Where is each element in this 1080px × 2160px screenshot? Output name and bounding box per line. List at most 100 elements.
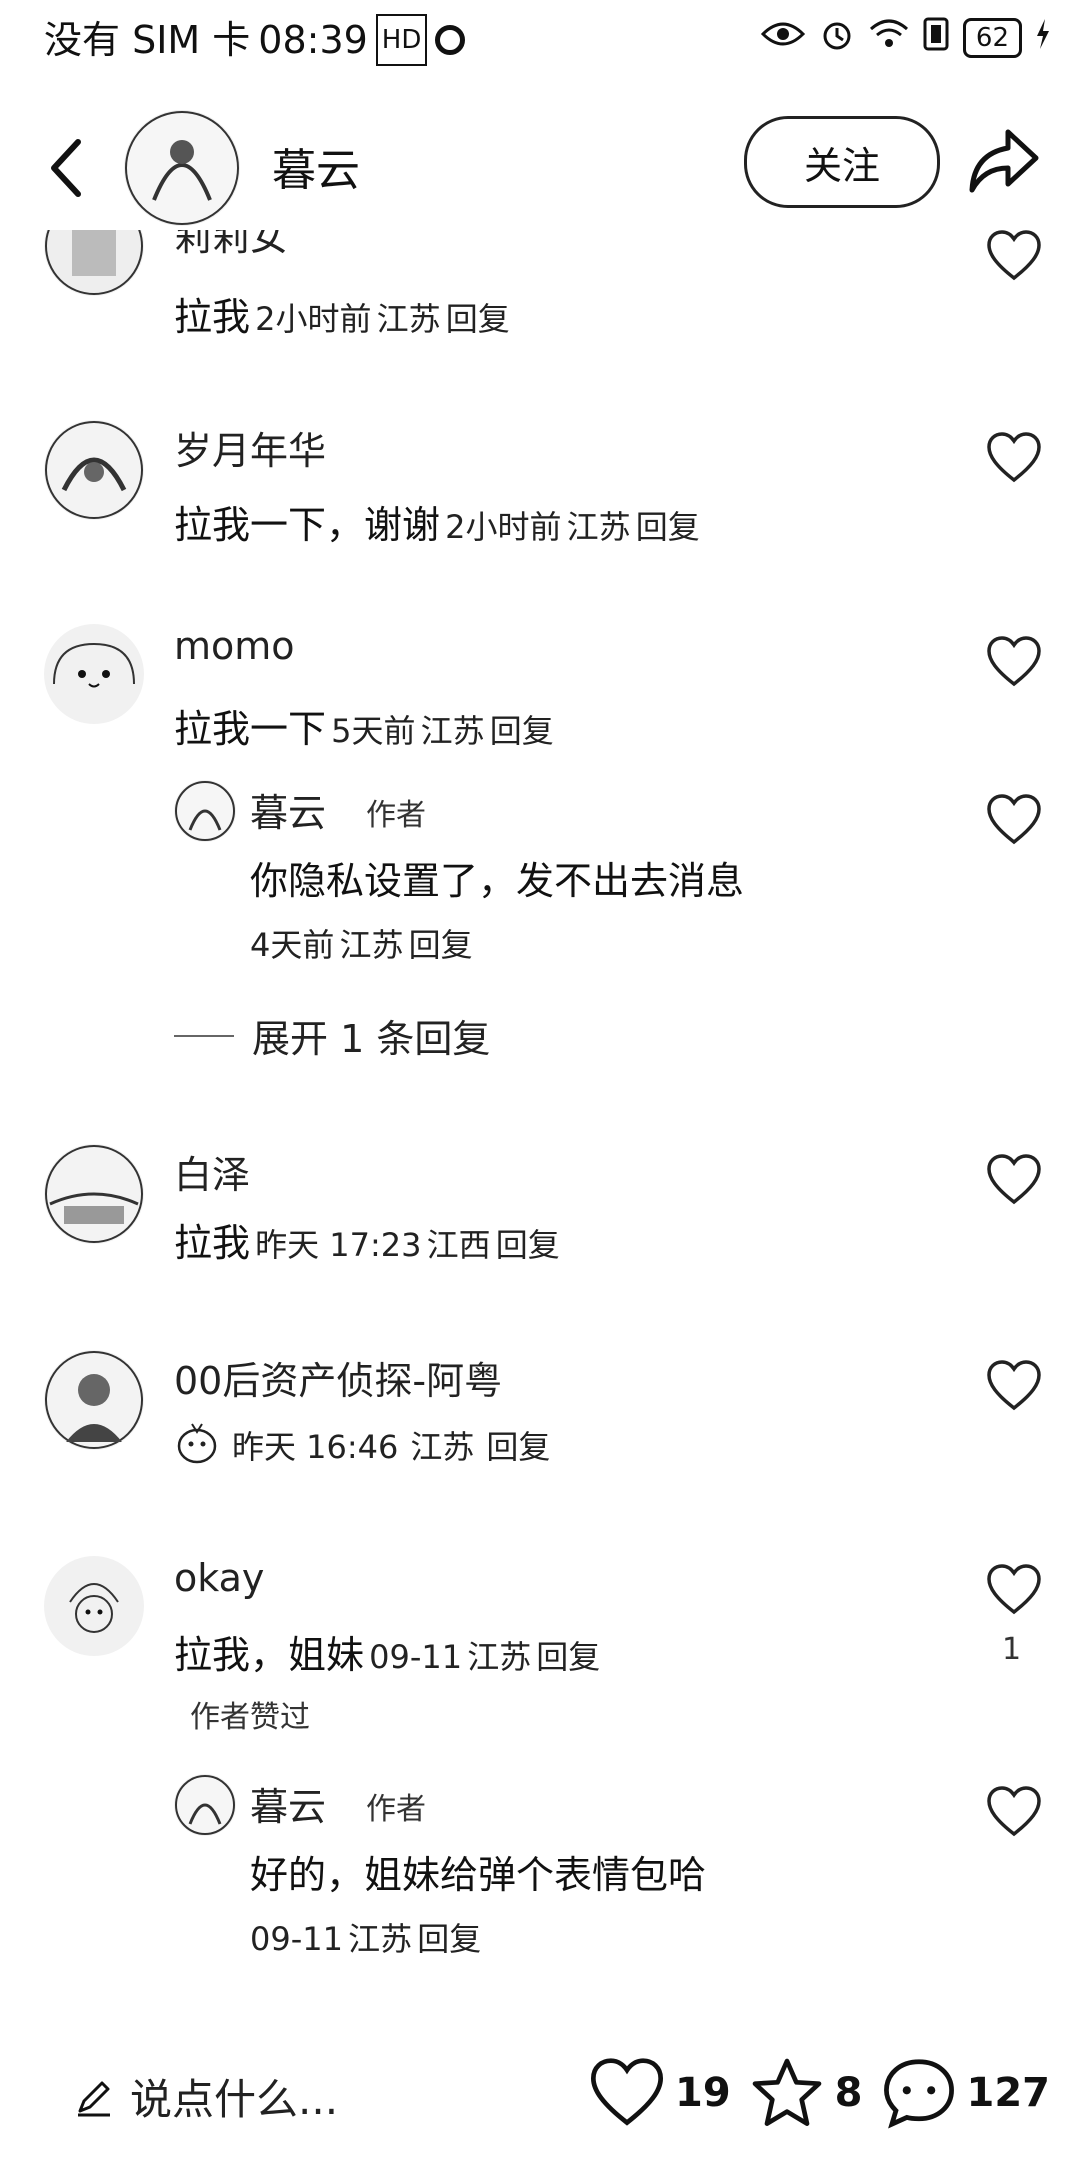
comment-body: 拉我一下 5天前 江苏 回复 xyxy=(174,698,554,753)
like-button[interactable] xyxy=(986,1154,1042,1206)
favorite-count: 8 xyxy=(834,2070,863,2116)
comment-text: 拉我一下，谢谢 xyxy=(174,503,441,547)
comment-body: 昨天 16:46 江苏 回复 xyxy=(174,1420,550,1470)
like-button[interactable] xyxy=(986,230,1042,282)
follow-button[interactable]: 关注 xyxy=(744,116,940,208)
author-liked-badge: 作者赞过 xyxy=(190,1700,310,1735)
heart-icon xyxy=(987,1786,1041,1837)
hd-icon: HD xyxy=(375,14,428,66)
comment-time: 昨天 17:23 xyxy=(255,1226,422,1264)
commenter-name[interactable]: 白泽 xyxy=(174,1144,250,1199)
reply-meta: 09-11 江苏 回复 xyxy=(250,1914,481,1960)
expand-label: 展开 1 条回复 xyxy=(252,1017,491,1061)
comment-placeholder: 说点什么... xyxy=(130,2075,339,2124)
reply-text: 好的，姐妹给弹个表情包哈 xyxy=(250,1853,707,1897)
commenter-avatar[interactable] xyxy=(44,624,144,724)
back-button[interactable] xyxy=(42,132,92,204)
like-button[interactable] xyxy=(986,794,1042,846)
commenter-avatar[interactable] xyxy=(44,1350,144,1450)
eye-icon xyxy=(760,19,806,57)
like-button[interactable] xyxy=(986,432,1042,484)
carrier-label: 没有 SIM 卡 xyxy=(44,18,251,62)
post-like-button[interactable]: 19 xyxy=(589,2058,731,2128)
favorite-button[interactable]: 8 xyxy=(749,2057,863,2129)
reply-location: 江苏 xyxy=(348,1920,413,1958)
comment-time: 5天前 xyxy=(331,712,416,750)
comment-location: 江苏 xyxy=(410,1428,475,1466)
expand-divider xyxy=(174,1034,234,1037)
commenter-name[interactable]: okay xyxy=(174,1556,264,1600)
post-header: 暮云 关注 xyxy=(0,110,1080,230)
reply-link[interactable]: 回复 xyxy=(417,1920,481,1958)
comment-bubble-icon xyxy=(883,2059,954,2129)
heart-icon xyxy=(987,1564,1041,1615)
comments-button[interactable]: 127 xyxy=(881,2056,1050,2130)
comment-location: 江苏 xyxy=(420,712,485,750)
author-name[interactable]: 暮云 xyxy=(272,134,360,198)
comment-text: 拉我 xyxy=(174,1221,251,1265)
reply-author-name[interactable]: 暮云 xyxy=(250,1776,326,1831)
signal-icon xyxy=(923,17,949,59)
comment-input[interactable]: 说点什么... xyxy=(74,2066,338,2127)
reply-author-avatar[interactable] xyxy=(174,780,236,842)
battery-indicator: 62 xyxy=(962,18,1022,58)
sticker-icon xyxy=(174,1420,220,1470)
heart-icon xyxy=(987,1360,1041,1411)
like-count: 19 xyxy=(674,2070,731,2116)
reply-link[interactable]: 回复 xyxy=(490,712,554,750)
comment-time: 昨天 16:46 xyxy=(232,1428,399,1466)
author-tag: 作者 xyxy=(366,798,426,833)
commenter-name[interactable]: 00后资产侦探-阿粤 xyxy=(174,1350,502,1405)
heart-icon xyxy=(987,1154,1041,1205)
pencil-icon xyxy=(78,2081,110,2116)
reply-time: 09-11 xyxy=(250,1920,343,1958)
commenter-avatar[interactable] xyxy=(44,1144,144,1244)
like-button[interactable] xyxy=(986,1564,1042,1616)
heart-icon xyxy=(987,794,1041,845)
commenter-avatar[interactable] xyxy=(44,420,144,520)
comment-time: 2小时前 xyxy=(255,300,372,338)
like-button[interactable] xyxy=(986,1360,1042,1412)
reply-meta: 4天前 江苏 回复 xyxy=(250,920,473,966)
status-bar: 没有 SIM 卡 08:39 HD 62 xyxy=(0,0,1080,80)
share-icon xyxy=(969,129,1039,193)
comment-text: 拉我一下 xyxy=(174,707,327,751)
reply-link[interactable]: 回复 xyxy=(636,508,700,546)
author-tag: 作者 xyxy=(366,1792,426,1827)
share-button[interactable] xyxy=(966,124,1040,196)
reply-link[interactable]: 回复 xyxy=(409,926,473,964)
like-button[interactable] xyxy=(986,636,1042,688)
wifi-icon xyxy=(869,17,909,59)
bottom-action-bar: 说点什么... 19 8 127 xyxy=(0,2040,1080,2160)
like-button[interactable] xyxy=(986,1786,1042,1838)
heart-icon xyxy=(987,230,1041,281)
back-icon xyxy=(51,139,81,197)
comment-text: 拉我 xyxy=(174,295,251,339)
comment-location: 江苏 xyxy=(467,1638,532,1676)
author-avatar[interactable] xyxy=(124,110,240,226)
like-count: 1 xyxy=(1002,1632,1022,1667)
commenter-name[interactable]: 岁月年华 xyxy=(174,420,326,475)
record-icon xyxy=(435,25,466,55)
commenter-avatar[interactable] xyxy=(44,230,144,296)
reply-location: 江苏 xyxy=(339,926,404,964)
expand-replies-button[interactable]: 展开 1 条回复 xyxy=(174,1008,490,1063)
comment-body: 拉我 昨天 17:23 江西 回复 xyxy=(174,1212,560,1267)
reply-author-name[interactable]: 暮云 xyxy=(250,782,326,837)
alarm-icon xyxy=(819,16,855,60)
reply-author-avatar[interactable] xyxy=(174,1774,236,1836)
comment-time: 2小时前 xyxy=(445,508,562,546)
comment-time: 09-11 xyxy=(369,1638,463,1676)
comment-text: 拉我，姐妹 xyxy=(174,1633,365,1677)
commenter-name[interactable]: momo xyxy=(174,624,295,668)
reply-link[interactable]: 回复 xyxy=(486,1422,550,1468)
commenter-name[interactable]: 莉莉女 xyxy=(174,230,288,261)
comment-location: 江苏 xyxy=(566,508,631,546)
reply-link[interactable]: 回复 xyxy=(446,300,510,338)
reply-link[interactable]: 回复 xyxy=(536,1638,600,1676)
comment-location: 江西 xyxy=(426,1226,491,1264)
commenter-avatar[interactable] xyxy=(44,1556,144,1656)
charging-icon xyxy=(1036,19,1050,57)
comment-item: 莉莉女 拉我 2小时前 江苏 回复 xyxy=(0,230,1080,340)
reply-link[interactable]: 回复 xyxy=(496,1226,560,1264)
